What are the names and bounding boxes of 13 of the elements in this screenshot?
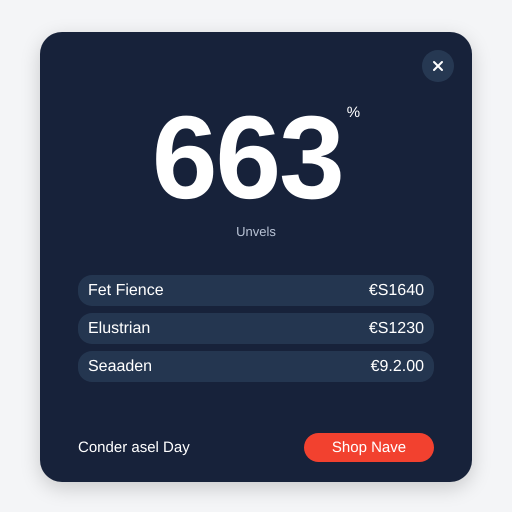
item-name: Seaaden — [88, 358, 152, 376]
item-price: €S1640 — [368, 282, 424, 300]
stat-label: Unvels — [236, 224, 276, 239]
item-name: Elustrian — [88, 320, 150, 338]
item-price: €9.2.00 — [370, 358, 424, 376]
item-name: Fet Fience — [88, 282, 164, 300]
stat-unit: % — [346, 104, 360, 121]
footer-text: Conder asel Day — [78, 439, 190, 456]
close-icon — [432, 60, 444, 72]
stat-value: 663 — [152, 108, 343, 208]
shop-button[interactable]: Shop Nave — [304, 433, 434, 462]
close-button[interactable] — [422, 50, 454, 82]
item-price: €S1230 — [368, 320, 424, 338]
